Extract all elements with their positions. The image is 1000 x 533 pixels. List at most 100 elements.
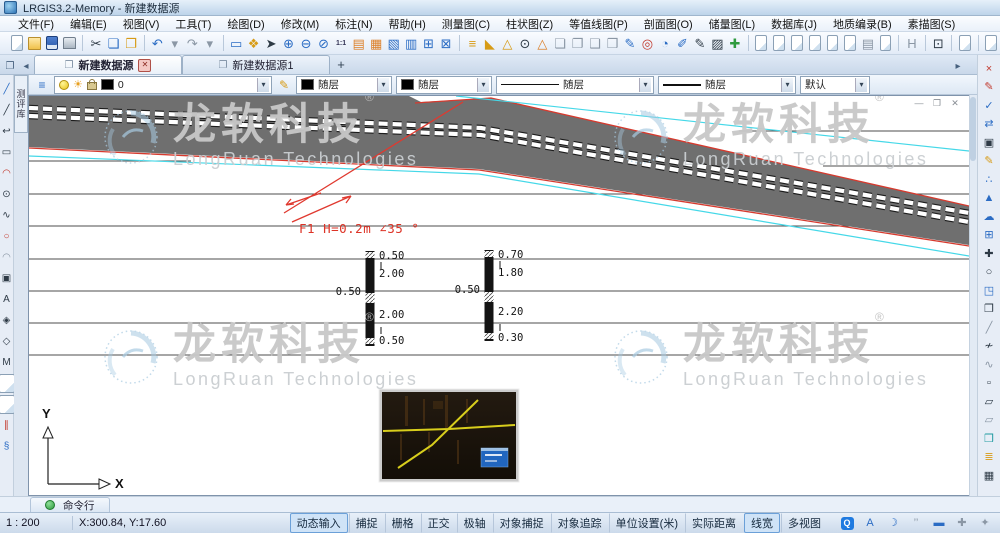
mtext-icon[interactable]: M bbox=[0, 353, 15, 372]
redo-dropdown-icon[interactable]: ▾ bbox=[201, 33, 219, 54]
sheet-icon[interactable] bbox=[827, 35, 839, 51]
new-tab-button[interactable]: + bbox=[330, 54, 352, 74]
dashed-rect-icon[interactable]: ▫ bbox=[980, 375, 999, 394]
boxed-viewport-icon[interactable]: ⊡ bbox=[930, 33, 948, 54]
solid-3d-icon[interactable]: ❒ bbox=[980, 430, 999, 449]
zoom-scale-icon[interactable]: ⊘ bbox=[315, 33, 333, 54]
paste-icon[interactable]: ❐ bbox=[122, 33, 140, 54]
undo-dropdown-icon[interactable]: ▾ bbox=[166, 33, 184, 54]
no-plot-icon[interactable]: ◎ bbox=[639, 33, 657, 54]
segment-icon[interactable]: ╱ bbox=[980, 319, 999, 338]
image-frame-icon[interactable]: ▤ bbox=[350, 33, 368, 54]
layer-combo[interactable]: ☀ 0 ▾ bbox=[54, 76, 272, 94]
sheet-paste-icon[interactable]: ❐ bbox=[569, 33, 587, 54]
status-toggle[interactable]: 线宽 bbox=[744, 513, 780, 533]
named-views-icon[interactable]: ⊠ bbox=[437, 33, 455, 54]
rect-icon[interactable]: ▭ bbox=[0, 143, 15, 162]
table-icon[interactable]: ▥ bbox=[402, 33, 420, 54]
tab-nav-right-icon[interactable]: ▸ bbox=[950, 58, 966, 74]
station-icon[interactable]: ⊙ bbox=[516, 33, 534, 54]
layer-lock-icon[interactable] bbox=[87, 82, 97, 90]
dashed-line-icon[interactable]: ∿ bbox=[980, 356, 999, 375]
section-line-icon[interactable]: § bbox=[0, 437, 15, 456]
status-toggle[interactable]: 对象追踪 bbox=[551, 513, 609, 533]
tab-nav-left-icon[interactable]: ◂ bbox=[18, 58, 34, 74]
status-toggle[interactable]: 正交 bbox=[421, 513, 457, 533]
sheet-icon[interactable] bbox=[809, 35, 821, 51]
tool-icon[interactable]: ✦ bbox=[976, 514, 994, 532]
block-icon[interactable]: ◈ bbox=[0, 311, 15, 330]
chevron-down-icon[interactable]: ▾ bbox=[855, 78, 867, 92]
new-file-icon[interactable] bbox=[11, 35, 23, 51]
print-icon[interactable] bbox=[63, 37, 76, 49]
layers-edit-icon[interactable]: ≣ bbox=[980, 449, 999, 468]
pencil-icon[interactable]: ✎ bbox=[980, 153, 999, 172]
chevron-down-icon[interactable]: ▾ bbox=[377, 78, 389, 92]
sheet-icon[interactable] bbox=[773, 35, 785, 51]
layer-props-icon[interactable]: ✎ bbox=[276, 77, 292, 93]
edit-point-icon[interactable]: ✎ bbox=[980, 79, 999, 98]
mirror-icon[interactable]: ▲ bbox=[980, 190, 999, 209]
move-icon[interactable]: ✚ bbox=[980, 245, 999, 264]
side-panel-tab[interactable]: 测评库 bbox=[14, 75, 28, 133]
menu-item[interactable]: 视图(V) bbox=[115, 16, 168, 32]
status-toggle[interactable]: 捕捉 bbox=[349, 513, 385, 533]
menu-item[interactable]: 帮助(H) bbox=[381, 16, 434, 32]
menu-item[interactable]: 柱状图(Z) bbox=[498, 16, 561, 32]
tab-new-datasource-1[interactable]: ❐ 新建数据源1 bbox=[182, 55, 330, 74]
ellipse-icon[interactable]: ○ bbox=[0, 227, 15, 246]
h-tool-icon[interactable]: H bbox=[903, 33, 921, 54]
menu-item[interactable]: 工具(T) bbox=[167, 16, 219, 32]
angle-tool-icon[interactable]: △ bbox=[499, 33, 517, 54]
title-bar[interactable]: LRGIS3.2-Memory - 新建数据源 bbox=[0, 0, 1000, 16]
revision-cloud-icon[interactable]: ☁ bbox=[980, 208, 999, 227]
revise-icon[interactable]: ↩ bbox=[0, 122, 15, 141]
plus-icon[interactable]: ✚ bbox=[953, 514, 971, 532]
menu-item[interactable]: 修改(M) bbox=[273, 16, 328, 32]
parallel-lines-icon[interactable]: ∥ bbox=[0, 416, 15, 435]
chevron-down-icon[interactable]: ▾ bbox=[257, 78, 269, 92]
swap-arrows-icon[interactable]: ⇄ bbox=[980, 116, 999, 135]
moon-icon[interactable]: ☽ bbox=[884, 514, 902, 532]
text-edit-icon[interactable]: ✎ bbox=[691, 33, 709, 54]
menu-item[interactable]: 等值线图(P) bbox=[561, 16, 636, 32]
line-icon[interactable]: ╱ bbox=[0, 80, 15, 99]
annotation-icon[interactable]: A bbox=[861, 514, 879, 532]
slope-icon[interactable]: ◣ bbox=[481, 33, 499, 54]
linetype-combo[interactable]: 随层 ▾ bbox=[496, 76, 654, 94]
sheet-merge-icon[interactable]: ❑ bbox=[586, 33, 604, 54]
diamond-icon[interactable]: ◇ bbox=[0, 332, 15, 351]
spline-icon[interactable]: ∿ bbox=[0, 206, 15, 225]
menu-item[interactable]: 绘图(D) bbox=[219, 16, 272, 32]
sheet-icon[interactable] bbox=[985, 35, 997, 51]
point-icon[interactable]: ✚ bbox=[726, 33, 744, 54]
pill-icon[interactable]: ▬ bbox=[930, 514, 948, 532]
nodes-icon[interactable]: ∴ bbox=[980, 171, 999, 190]
menu-item[interactable]: 地质编录(B) bbox=[825, 16, 900, 32]
text-icon[interactable]: A bbox=[0, 290, 15, 309]
circle-tool-icon[interactable]: ○ bbox=[980, 264, 999, 283]
zoom-window-icon[interactable]: ▭ bbox=[227, 33, 245, 54]
status-toggle[interactable]: 极轴 bbox=[457, 513, 493, 533]
status-toggle[interactable]: 多视图 bbox=[781, 513, 828, 533]
zoom-in-icon[interactable]: ⊕ bbox=[280, 33, 298, 54]
status-toggle[interactable]: 实际距离 bbox=[685, 513, 743, 533]
check-node-icon[interactable]: ✓ bbox=[980, 97, 999, 116]
close-icon[interactable]: ✕ bbox=[949, 98, 961, 109]
layer-freeze-sun-icon[interactable]: ☀ bbox=[73, 78, 83, 91]
select-icon[interactable]: ➤ bbox=[262, 33, 280, 54]
triangle-tool-icon[interactable]: △ bbox=[534, 33, 552, 54]
undo-icon[interactable]: ↶ bbox=[149, 33, 167, 54]
status-toggle[interactable]: 栅格 bbox=[385, 513, 421, 533]
color-combo[interactable]: 随层 ▾ bbox=[296, 76, 392, 94]
chevron-down-icon[interactable]: ▾ bbox=[477, 78, 489, 92]
insert-image-icon[interactable]: ▣ bbox=[0, 269, 15, 288]
quote-icon[interactable]: ’’ bbox=[907, 514, 925, 532]
menu-item[interactable]: 剖面图(O) bbox=[636, 16, 701, 32]
sheet-icon[interactable] bbox=[844, 35, 856, 51]
sheet-arrange-icon[interactable]: ❒ bbox=[604, 33, 622, 54]
redo-icon[interactable]: ↷ bbox=[184, 33, 202, 54]
scrollbar-thumb[interactable] bbox=[970, 97, 976, 161]
clock-icon[interactable]: ◔ bbox=[656, 33, 674, 54]
hatch-icon[interactable]: ▨ bbox=[709, 33, 727, 54]
